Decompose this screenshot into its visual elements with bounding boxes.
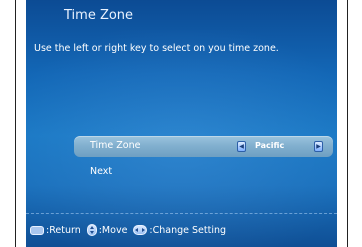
footer-divider <box>26 213 337 214</box>
return-hint: :Return <box>46 224 81 236</box>
left-arrow-icon[interactable]: ◀ <box>237 141 246 152</box>
move-hint: :Move <box>98 224 128 236</box>
next-menu-item[interactable]: Next <box>90 166 112 177</box>
menu-button-icon <box>30 225 44 235</box>
instructions-text: Use the left or right key to select on y… <box>34 43 279 54</box>
tv-setup-screen: Time Zone Use the left or right key to s… <box>26 0 337 247</box>
button-hints: :Return :Move :Change Setting <box>30 224 226 236</box>
time-zone-value: Pacific <box>255 141 285 150</box>
change-setting-hint: :Change Setting <box>149 224 227 236</box>
right-border <box>347 0 348 247</box>
up-down-button-icon <box>86 224 97 236</box>
left-right-button-icon <box>133 225 148 235</box>
time-zone-label: Time Zone <box>90 140 141 151</box>
left-border <box>15 0 16 247</box>
time-zone-setting-row[interactable]: Time Zone ◀ Pacific ▶ <box>74 136 333 157</box>
right-arrow-icon[interactable]: ▶ <box>314 141 323 152</box>
page-title: Time Zone <box>64 8 134 23</box>
